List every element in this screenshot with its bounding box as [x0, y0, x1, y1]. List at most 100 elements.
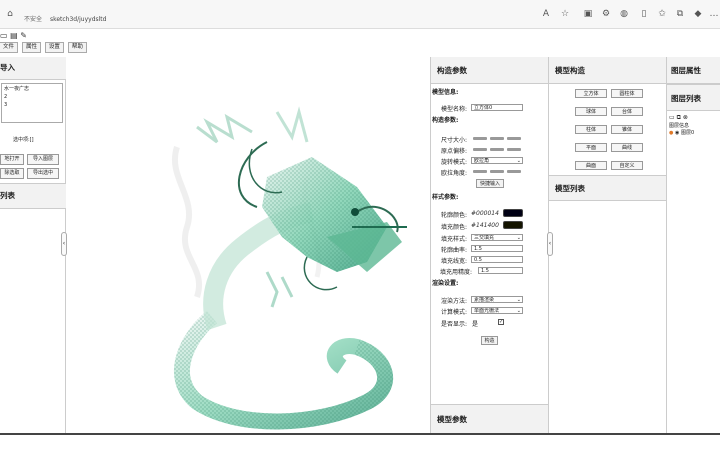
build-button[interactable]: 构造	[481, 336, 498, 345]
show-checkbox[interactable]: ✓	[498, 319, 504, 325]
frustum-button[interactable]: 台体	[611, 107, 643, 116]
model-name-label: 模型名称:	[441, 106, 468, 113]
menu-help[interactable]: 帮助	[67, 42, 87, 53]
cone-button[interactable]: 锥体	[611, 125, 643, 134]
favorites-icon[interactable]: ✩	[656, 8, 668, 20]
chevron-down-icon: ⌄	[516, 308, 521, 314]
list-item[interactable]: 3	[4, 101, 60, 109]
address-bar[interactable]: 不安全 sketch3d/juyydsltd	[24, 14, 106, 23]
render-method-select[interactable]: 素描渲染 ⌄	[471, 296, 523, 303]
origin-label: 原点偏移:	[441, 148, 468, 155]
copilot-icon[interactable]: ◆	[692, 8, 704, 20]
fill-color-swatch[interactable]	[503, 221, 523, 229]
layer-tree: 图层信息 ● ◉ 图层0	[669, 122, 694, 136]
open-folder-icon[interactable]: ▭	[0, 31, 8, 40]
list-item[interactable]: 2	[4, 93, 60, 101]
settings-icon[interactable]: ⚙	[600, 8, 612, 20]
surface-button[interactable]: 曲面	[575, 161, 607, 170]
split-screen-icon[interactable]: ▯	[638, 8, 650, 20]
layer-status-icon: ●	[669, 130, 674, 136]
curve-button[interactable]: 曲线	[611, 143, 643, 152]
import-list[interactable]: 水一夜广志 2 3	[1, 83, 63, 123]
menu-file[interactable]: 文件	[0, 42, 19, 53]
favorite-star-icon[interactable]: ☆	[559, 8, 571, 20]
read-aloud-icon[interactable]: A	[540, 8, 552, 20]
home-icon[interactable]: ⌂	[4, 8, 16, 20]
eye-icon[interactable]: ◉	[675, 130, 679, 136]
fill-precision-input[interactable]: 1.5	[478, 267, 523, 274]
export-selected-button[interactable]: 导出选中	[27, 168, 59, 179]
import-panel: 导入 水一夜广志 2 3 选中项:[] 地打开 导入图层 除选取 导出选中 列表	[0, 57, 66, 433]
size-z-input[interactable]	[507, 137, 521, 140]
params-header: 构造参数	[431, 57, 548, 84]
layer-toolbar: ▭ ⧉ ⊗	[669, 114, 688, 122]
euler-z-input[interactable]	[507, 170, 521, 173]
origin-z-input[interactable]	[507, 148, 521, 151]
compute-mode-select[interactable]: 单面光栅法 ⌄	[471, 307, 523, 314]
show-yes-label: 是	[472, 321, 479, 328]
render-method-label: 渲染方法:	[441, 298, 468, 305]
3d-viewport[interactable]	[67, 57, 428, 433]
outline-roughness-label: 轮廓曲率:	[441, 247, 468, 254]
sphere-button[interactable]: 球体	[575, 107, 607, 116]
prism-button[interactable]: 柱体	[575, 125, 607, 134]
cube-button[interactable]: 立方体	[575, 89, 607, 98]
list-item[interactable]: 水一夜广志	[4, 85, 60, 93]
fill-width-input[interactable]: 0.5	[471, 256, 523, 263]
import-layer-button[interactable]: 导入图层	[27, 154, 59, 165]
euler-label: 欧拉角度:	[441, 170, 468, 177]
menu-bar: 文件 属性 设置 帮助	[0, 42, 89, 53]
more-icon[interactable]: …	[708, 8, 720, 20]
outline-color-hex: #000014	[471, 210, 499, 217]
delete-layer-icon[interactable]: ⊗	[683, 114, 688, 121]
copy-layer-icon[interactable]: ⧉	[677, 114, 681, 121]
collapse-middle-handle[interactable]: ‹	[547, 232, 553, 256]
layer-tree-item[interactable]: ● ◉ 图层0	[669, 129, 694, 136]
layer-tree-root[interactable]: 图层信息	[669, 122, 694, 129]
list-header: 列表	[0, 183, 66, 209]
fill-style-value: 三交填充	[474, 235, 495, 241]
outline-roughness-input[interactable]: 1.5	[471, 245, 523, 252]
custom-button[interactable]: 自定义	[611, 161, 643, 170]
size-x-input[interactable]	[473, 137, 487, 140]
new-layer-icon[interactable]: ▭	[669, 114, 675, 121]
fill-style-select[interactable]: 三交填充 ⌄	[471, 234, 523, 241]
size-label: 尺寸大小:	[441, 137, 468, 144]
outline-color-swatch[interactable]	[503, 209, 523, 217]
collections-icon[interactable]: ⧉	[674, 8, 686, 20]
fill-color-label: 填充颜色:	[441, 224, 468, 231]
quick-input-button[interactable]: 快捷输入	[476, 179, 504, 188]
rotation-mode-select[interactable]: 欧拉角 ⌄	[471, 157, 523, 164]
size-y-input[interactable]	[490, 137, 504, 140]
fill-style-label: 填充样式:	[441, 236, 468, 243]
browser-chrome: ⌂ 不安全 sketch3d/juyydsltd A ☆ ▣ ⚙ ◍ ▯ ✩ ⧉…	[0, 0, 720, 29]
rotation-mode-value: 欧拉角	[474, 158, 490, 164]
layer-name: 图层0	[680, 130, 695, 136]
save-icon[interactable]: ▤	[10, 31, 18, 40]
extension-2-icon[interactable]: ◍	[618, 8, 630, 20]
layers-panel: 图层属性 图层列表 ▭ ⧉ ⊗ 图层信息 ● ◉ 图层0	[666, 57, 720, 433]
import-header: 导入	[0, 57, 66, 80]
origin-y-input[interactable]	[490, 148, 504, 151]
model-construct-panel: 模型构造 立方体 圆柱体 球体 台体 柱体 锥体 平面 曲线 曲面 自定义 模型…	[548, 57, 666, 433]
pen-icon[interactable]: ✎	[20, 31, 27, 40]
origin-x-input[interactable]	[473, 148, 487, 151]
fill-precision-label: 填充用精度:	[440, 269, 473, 276]
quick-toolbar: ▭ ▤ ✎	[0, 31, 40, 41]
open-button[interactable]: 地打开	[0, 154, 24, 165]
model-name-input[interactable]: 立方体0	[471, 104, 523, 111]
euler-y-input[interactable]	[490, 170, 504, 173]
chevron-down-icon: ⌄	[516, 235, 521, 241]
security-warning: 不安全	[24, 16, 43, 23]
fill-width-label: 填充线宽:	[441, 258, 468, 265]
cylinder-button[interactable]: 圆柱体	[611, 89, 643, 98]
construct-params-panel: 构造参数 模型信息: 模型名称: 立方体0 构造参数: 尺寸大小: 原点偏移: …	[430, 57, 548, 433]
menu-settings[interactable]: 设置	[44, 42, 64, 53]
plane-button[interactable]: 平面	[575, 143, 607, 152]
menu-properties[interactable]: 属性	[21, 42, 41, 53]
euler-x-input[interactable]	[473, 170, 487, 173]
model-info-title: 模型信息:	[432, 89, 459, 96]
outline-color-label: 轮廓颜色:	[441, 212, 468, 219]
extension-icon[interactable]: ▣	[582, 8, 594, 20]
remove-selection-button[interactable]: 除选取	[0, 168, 24, 179]
